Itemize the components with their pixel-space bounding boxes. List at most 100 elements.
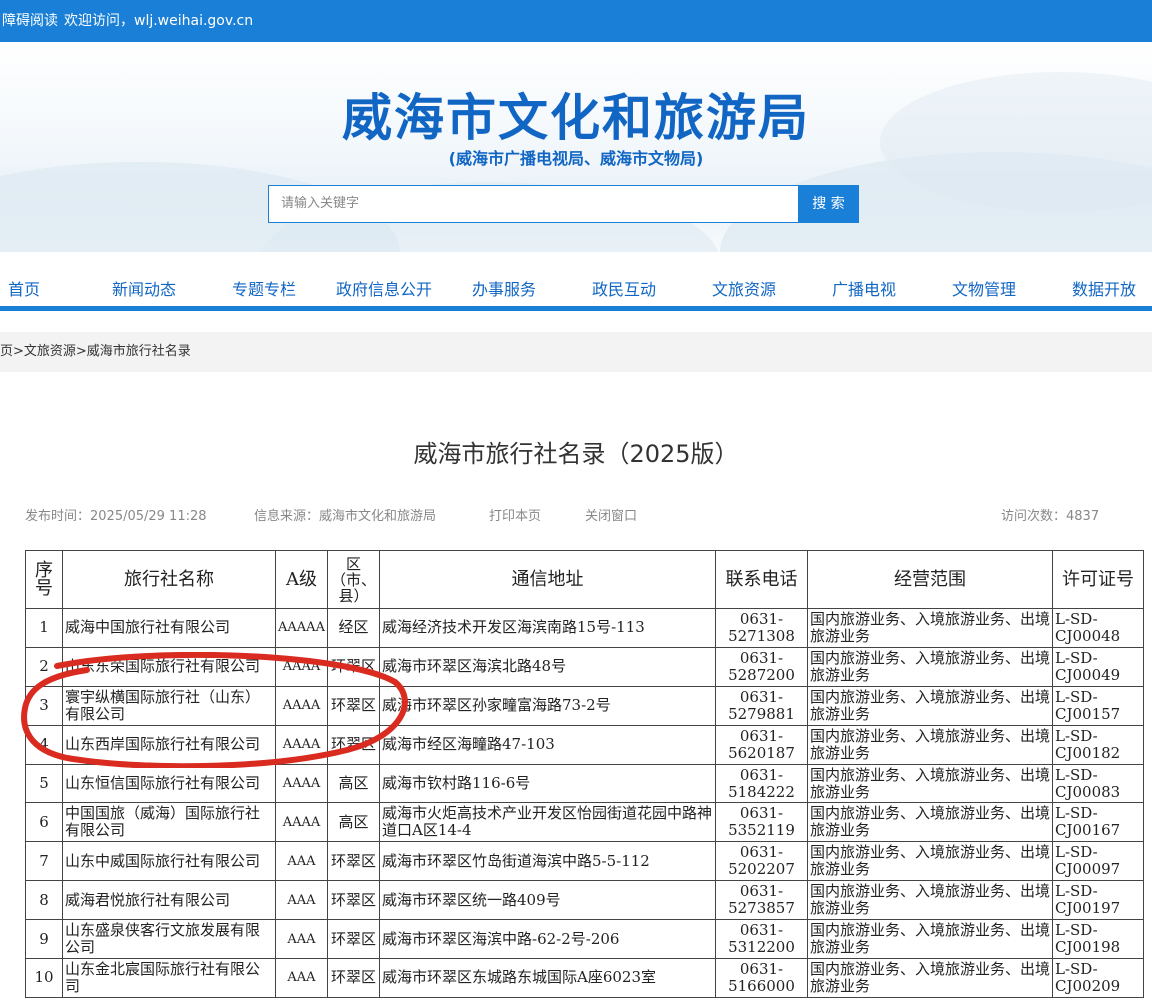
site-title: 威海市文化和旅游局 <box>342 89 810 147</box>
cell-scope: 国内旅游业务、入境旅游业务、出境旅游业务 <box>807 608 1053 648</box>
nav-item-interaction[interactable]: 政民互动 <box>592 276 656 300</box>
info-source: 信息来源：威海市文化和旅游局 <box>254 509 437 524</box>
cell-district: 环翠区 <box>327 958 380 998</box>
cell-phone: 0631-5273857 <box>715 880 808 921</box>
cell-name: 山东金北宸国际旅行社有限公司 <box>62 958 276 998</box>
nav-underline <box>0 306 1152 311</box>
cell-license: L-SD-CJ00182 <box>1052 724 1144 765</box>
cell-name: 山东恒信国际旅行社有限公司 <box>62 763 276 804</box>
cell-scope: 国内旅游业务、入境旅游业务、出境旅游业务 <box>807 763 1053 804</box>
cell-district: 高区 <box>327 763 380 804</box>
header-district: 区（市、县） <box>327 550 380 609</box>
cell-license: L-SD-CJ00167 <box>1052 802 1144 843</box>
cell-scope: 国内旅游业务、入境旅游业务、出境旅游业务 <box>807 958 1053 998</box>
cell-no: 6 <box>25 802 63 843</box>
cell-district: 环翠区 <box>327 841 380 882</box>
cell-no: 5 <box>25 763 63 804</box>
table-row: 9 山东盛泉侠客行文旅发展有限公司 AAA 环翠区 威海市环翠区海滨中路-62-2号-2… <box>25 919 1144 960</box>
table-row: 3 寰宇纵横国际旅行社（山东）有限公司 AAAA 环翠区 威海市环翠区孙家疃富海路73-… <box>25 685 1144 726</box>
accessibility-link[interactable]: 障碍阅读 <box>2 13 58 29</box>
table-row: 7 山东中威国际旅行社有限公司 AAA 环翠区 威海市环翠区竹岛街道海滨中路5-5-11… <box>25 841 1144 882</box>
cell-grade: AAAA <box>275 646 328 687</box>
breadcrumb[interactable]: 页>文旅资源>威海市旅行社名录 <box>0 332 1152 372</box>
cell-name: 威海君悦旅行社有限公司 <box>62 880 276 921</box>
cell-no: 7 <box>25 841 63 882</box>
cell-address: 威海市经区海疃路47-103 <box>379 724 716 765</box>
site-banner: 威海市文化和旅游局 (威海市广播电视局、威海市文物局) 请输入关键字 搜 索 <box>0 42 1152 252</box>
cell-name: 寰宇纵横国际旅行社（山东）有限公司 <box>62 685 276 726</box>
header-scope: 经营范围 <box>807 550 1053 609</box>
cell-grade: AAA <box>275 841 328 882</box>
cell-grade: AAA <box>275 919 328 960</box>
cell-phone: 0631-5287200 <box>715 646 808 687</box>
nav-item-services[interactable]: 办事服务 <box>472 276 536 300</box>
table-row: 5 山东恒信国际旅行社有限公司 AAAA 高区 威海市钦村路116-6号 0631-518… <box>25 763 1144 804</box>
cell-address: 威海经济技术开发区海滨南路15号-113 <box>379 608 716 648</box>
cell-license: L-SD-CJ00198 <box>1052 919 1144 960</box>
cell-name: 威海中国旅行社有限公司 <box>62 608 276 648</box>
nav-item-gov-info[interactable]: 政府信息公开 <box>336 276 432 300</box>
cell-license: L-SD-CJ00209 <box>1052 958 1144 998</box>
cell-license: L-SD-CJ00157 <box>1052 685 1144 726</box>
table-row: 1 威海中国旅行社有限公司 AAAAA 经区 威海经济技术开发区海滨南路15号-113 0… <box>25 608 1144 648</box>
header-license: 许可证号 <box>1052 550 1144 609</box>
cell-name: 山东盛泉侠客行文旅发展有限公司 <box>62 919 276 960</box>
table-row: 6 中国国旅（威海）国际旅行社有限公司 AAAA 高区 威海市火炬高技术产业开发区怡园街… <box>25 802 1144 843</box>
close-window-link[interactable]: 关闭窗口 <box>585 505 637 524</box>
cell-address: 威海市钦村路116-6号 <box>379 763 716 804</box>
table-row: 10 山东金北宸国际旅行社有限公司 AAA 环翠区 威海市环翠区东城路东城国际A座602… <box>25 958 1144 998</box>
cell-address: 威海市环翠区竹岛街道海滨中路5-5-112 <box>379 841 716 882</box>
cell-grade: AAAA <box>275 802 328 843</box>
cell-phone: 0631-5279881 <box>715 685 808 726</box>
nav-item-open-data[interactable]: 数据开放 <box>1072 276 1136 300</box>
nav-item-home[interactable]: 首页 <box>8 276 40 300</box>
header-no: 序号 <box>25 550 63 609</box>
cell-address: 威海市环翠区孙家疃富海路73-2号 <box>379 685 716 726</box>
cell-district: 高区 <box>327 802 380 843</box>
cell-no: 10 <box>25 958 63 998</box>
nav-item-tourism-resources[interactable]: 文旅资源 <box>712 276 776 300</box>
cell-district: 环翠区 <box>327 646 380 687</box>
table-header-row: 序号 旅行社名称 A级 区（市、县） 通信地址 联系电话 经营范围 许可证号 <box>25 550 1144 609</box>
top-bar: 障碍阅读 欢迎访问，wlj.weihai.gov.cn <box>0 0 1152 42</box>
nav-item-cultural-relics[interactable]: 文物管理 <box>952 276 1016 300</box>
cell-no: 3 <box>25 685 63 726</box>
header-phone: 联系电话 <box>715 550 808 609</box>
cell-name: 中国国旅（威海）国际旅行社有限公司 <box>62 802 276 843</box>
cell-no: 8 <box>25 880 63 921</box>
search-button[interactable]: 搜 索 <box>798 185 859 223</box>
cell-phone: 0631-5352119 <box>715 802 808 843</box>
cell-license: L-SD-CJ00097 <box>1052 841 1144 882</box>
cell-no: 2 <box>25 646 63 687</box>
nav-item-broadcasting[interactable]: 广播电视 <box>832 276 896 300</box>
cell-phone: 0631-5166000 <box>715 958 808 998</box>
cell-grade: AAAA <box>275 763 328 804</box>
cell-license: L-SD-CJ00197 <box>1052 880 1144 921</box>
print-page-link[interactable]: 打印本页 <box>489 505 541 524</box>
cell-grade: AAAA <box>275 724 328 765</box>
cell-no: 4 <box>25 724 63 765</box>
cell-grade: AAA <box>275 958 328 998</box>
cell-scope: 国内旅游业务、入境旅游业务、出境旅游业务 <box>807 880 1053 921</box>
cell-phone: 0631-5620187 <box>715 724 808 765</box>
cell-scope: 国内旅游业务、入境旅游业务、出境旅游业务 <box>807 646 1053 687</box>
cell-phone: 0631-5184222 <box>715 763 808 804</box>
cell-no: 9 <box>25 919 63 960</box>
cell-district: 环翠区 <box>327 724 380 765</box>
nav-item-news[interactable]: 新闻动态 <box>112 276 176 300</box>
travel-agency-table: 序号 旅行社名称 A级 区（市、县） 通信地址 联系电话 经营范围 许可证号 1… <box>25 550 1144 998</box>
cell-scope: 国内旅游业务、入境旅游业务、出境旅游业务 <box>807 919 1053 960</box>
cell-phone: 0631-5202207 <box>715 841 808 882</box>
search-input[interactable]: 请输入关键字 <box>268 185 799 223</box>
welcome-text: 欢迎访问，wlj.weihai.gov.cn <box>64 13 254 29</box>
cell-grade: AAAAA <box>275 608 328 648</box>
visit-count: 访问次数：4837 <box>1001 509 1100 524</box>
header-address: 通信地址 <box>379 550 716 609</box>
cell-no: 1 <box>25 608 63 648</box>
cell-grade: AAAA <box>275 685 328 726</box>
cell-district: 环翠区 <box>327 685 380 726</box>
cell-district: 环翠区 <box>327 880 380 921</box>
cell-name: 山东西岸国际旅行社有限公司 <box>62 724 276 765</box>
cell-grade: AAA <box>275 880 328 921</box>
nav-item-topics[interactable]: 专题专栏 <box>232 276 296 300</box>
